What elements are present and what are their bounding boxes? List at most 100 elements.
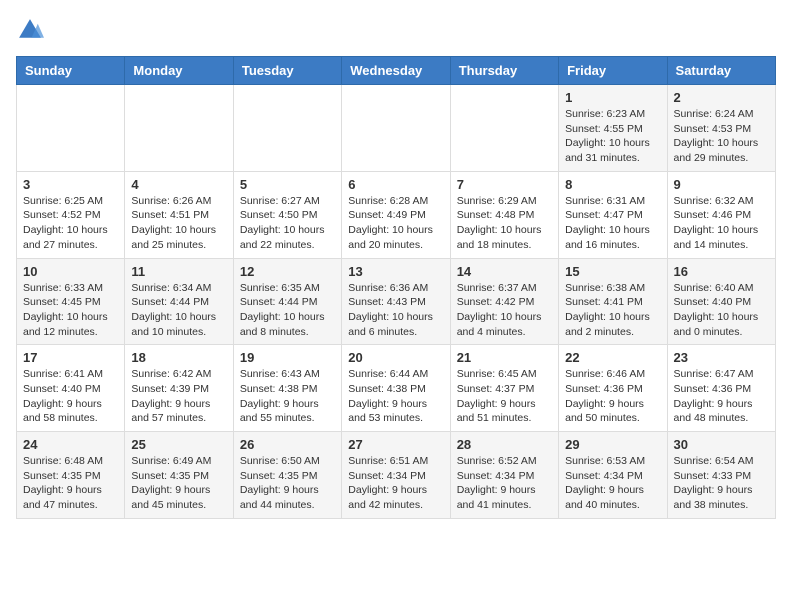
day-number: 20 [348, 350, 443, 365]
page-header [16, 16, 776, 44]
day-cell: 12 Sunrise: 6:35 AM Sunset: 4:44 PM Dayli… [233, 258, 341, 345]
day-info: Sunrise: 6:37 AM Sunset: 4:42 PM Dayligh… [457, 281, 552, 340]
day-cell: 9 Sunrise: 6:32 AM Sunset: 4:46 PM Daylig… [667, 171, 775, 258]
day-number: 5 [240, 177, 335, 192]
day-info: Sunrise: 6:28 AM Sunset: 4:49 PM Dayligh… [348, 194, 443, 253]
day-number: 10 [23, 264, 118, 279]
day-info: Sunrise: 6:27 AM Sunset: 4:50 PM Dayligh… [240, 194, 335, 253]
week-row-1: 3 Sunrise: 6:25 AM Sunset: 4:52 PM Daylig… [17, 171, 776, 258]
day-info: Sunrise: 6:26 AM Sunset: 4:51 PM Dayligh… [131, 194, 226, 253]
day-number: 30 [674, 437, 769, 452]
day-number: 16 [674, 264, 769, 279]
day-info: Sunrise: 6:46 AM Sunset: 4:36 PM Dayligh… [565, 367, 660, 426]
day-info: Sunrise: 6:44 AM Sunset: 4:38 PM Dayligh… [348, 367, 443, 426]
day-cell: 5 Sunrise: 6:27 AM Sunset: 4:50 PM Daylig… [233, 171, 341, 258]
day-cell: 30 Sunrise: 6:54 AM Sunset: 4:33 PM Dayli… [667, 432, 775, 519]
day-number: 27 [348, 437, 443, 452]
logo [16, 16, 48, 44]
day-cell: 17 Sunrise: 6:41 AM Sunset: 4:40 PM Dayli… [17, 345, 125, 432]
week-row-2: 10 Sunrise: 6:33 AM Sunset: 4:45 PM Dayli… [17, 258, 776, 345]
day-cell: 11 Sunrise: 6:34 AM Sunset: 4:44 PM Dayli… [125, 258, 233, 345]
week-row-0: 1Sunrise: 6:23 AM Sunset: 4:55 PM Daylig… [17, 85, 776, 172]
calendar-body: 1Sunrise: 6:23 AM Sunset: 4:55 PM Daylig… [17, 85, 776, 519]
day-info: Sunrise: 6:51 AM Sunset: 4:34 PM Dayligh… [348, 454, 443, 513]
day-info: Sunrise: 6:40 AM Sunset: 4:40 PM Dayligh… [674, 281, 769, 340]
day-info: Sunrise: 6:54 AM Sunset: 4:33 PM Dayligh… [674, 454, 769, 513]
day-cell: 22 Sunrise: 6:46 AM Sunset: 4:36 PM Dayli… [559, 345, 667, 432]
day-info: Sunrise: 6:33 AM Sunset: 4:45 PM Dayligh… [23, 281, 118, 340]
header-day-saturday: Saturday [667, 57, 775, 85]
day-cell [342, 85, 450, 172]
logo-icon [16, 16, 44, 44]
day-cell [233, 85, 341, 172]
day-cell: 27 Sunrise: 6:51 AM Sunset: 4:34 PM Dayli… [342, 432, 450, 519]
day-number: 11 [131, 264, 226, 279]
day-cell [125, 85, 233, 172]
day-number: 7 [457, 177, 552, 192]
day-number: 29 [565, 437, 660, 452]
day-cell: 3 Sunrise: 6:25 AM Sunset: 4:52 PM Daylig… [17, 171, 125, 258]
day-cell: 2 Sunrise: 6:24 AM Sunset: 4:53 PM Daylig… [667, 85, 775, 172]
day-info: Sunrise: 6:23 AM Sunset: 4:55 PM Dayligh… [565, 107, 660, 166]
week-row-3: 17 Sunrise: 6:41 AM Sunset: 4:40 PM Dayli… [17, 345, 776, 432]
day-number: 9 [674, 177, 769, 192]
day-cell: 4 Sunrise: 6:26 AM Sunset: 4:51 PM Daylig… [125, 171, 233, 258]
day-number: 26 [240, 437, 335, 452]
day-cell: 21Sunrise: 6:45 AM Sunset: 4:37 PM Dayli… [450, 345, 558, 432]
day-number: 12 [240, 264, 335, 279]
day-info: Sunrise: 6:34 AM Sunset: 4:44 PM Dayligh… [131, 281, 226, 340]
day-cell [17, 85, 125, 172]
day-number: 19 [240, 350, 335, 365]
day-info: Sunrise: 6:36 AM Sunset: 4:43 PM Dayligh… [348, 281, 443, 340]
day-cell [450, 85, 558, 172]
day-info: Sunrise: 6:32 AM Sunset: 4:46 PM Dayligh… [674, 194, 769, 253]
day-number: 4 [131, 177, 226, 192]
calendar-header: SundayMondayTuesdayWednesdayThursdayFrid… [17, 57, 776, 85]
day-number: 28 [457, 437, 552, 452]
header-day-friday: Friday [559, 57, 667, 85]
day-cell: 7 Sunrise: 6:29 AM Sunset: 4:48 PM Daylig… [450, 171, 558, 258]
day-number: 8 [565, 177, 660, 192]
day-cell: 6 Sunrise: 6:28 AM Sunset: 4:49 PM Daylig… [342, 171, 450, 258]
day-info: Sunrise: 6:53 AM Sunset: 4:34 PM Dayligh… [565, 454, 660, 513]
day-cell: 13 Sunrise: 6:36 AM Sunset: 4:43 PM Dayli… [342, 258, 450, 345]
day-number: 14 [457, 264, 552, 279]
day-info: Sunrise: 6:48 AM Sunset: 4:35 PM Dayligh… [23, 454, 118, 513]
day-number: 22 [565, 350, 660, 365]
day-number: 18 [131, 350, 226, 365]
day-number: 24 [23, 437, 118, 452]
header-row: SundayMondayTuesdayWednesdayThursdayFrid… [17, 57, 776, 85]
day-number: 23 [674, 350, 769, 365]
day-number: 3 [23, 177, 118, 192]
day-info: Sunrise: 6:35 AM Sunset: 4:44 PM Dayligh… [240, 281, 335, 340]
header-day-monday: Monday [125, 57, 233, 85]
day-number: 17 [23, 350, 118, 365]
header-day-wednesday: Wednesday [342, 57, 450, 85]
day-number: 2 [674, 90, 769, 105]
day-cell: 10 Sunrise: 6:33 AM Sunset: 4:45 PM Dayli… [17, 258, 125, 345]
day-info: Sunrise: 6:50 AM Sunset: 4:35 PM Dayligh… [240, 454, 335, 513]
day-info: Sunrise: 6:25 AM Sunset: 4:52 PM Dayligh… [23, 194, 118, 253]
day-cell: 26 Sunrise: 6:50 AM Sunset: 4:35 PM Dayli… [233, 432, 341, 519]
day-info: Sunrise: 6:24 AM Sunset: 4:53 PM Dayligh… [674, 107, 769, 166]
day-number: 13 [348, 264, 443, 279]
header-day-tuesday: Tuesday [233, 57, 341, 85]
calendar-table: SundayMondayTuesdayWednesdayThursdayFrid… [16, 56, 776, 519]
header-day-sunday: Sunday [17, 57, 125, 85]
day-number: 6 [348, 177, 443, 192]
day-info: Sunrise: 6:41 AM Sunset: 4:40 PM Dayligh… [23, 367, 118, 426]
day-info: Sunrise: 6:47 AM Sunset: 4:36 PM Dayligh… [674, 367, 769, 426]
day-info: Sunrise: 6:31 AM Sunset: 4:47 PM Dayligh… [565, 194, 660, 253]
day-cell: 23 Sunrise: 6:47 AM Sunset: 4:36 PM Dayli… [667, 345, 775, 432]
day-info: Sunrise: 6:29 AM Sunset: 4:48 PM Dayligh… [457, 194, 552, 253]
day-cell: 25Sunrise: 6:49 AM Sunset: 4:35 PM Dayli… [125, 432, 233, 519]
day-cell: 14 Sunrise: 6:37 AM Sunset: 4:42 PM Dayli… [450, 258, 558, 345]
day-info: Sunrise: 6:43 AM Sunset: 4:38 PM Dayligh… [240, 367, 335, 426]
day-number: 21 [457, 350, 552, 365]
day-cell: 28Sunrise: 6:52 AM Sunset: 4:34 PM Dayli… [450, 432, 558, 519]
day-number: 25 [131, 437, 226, 452]
day-cell: 16 Sunrise: 6:40 AM Sunset: 4:40 PM Dayli… [667, 258, 775, 345]
day-cell: 8 Sunrise: 6:31 AM Sunset: 4:47 PM Daylig… [559, 171, 667, 258]
day-cell: 1Sunrise: 6:23 AM Sunset: 4:55 PM Daylig… [559, 85, 667, 172]
day-cell: 18Sunrise: 6:42 AM Sunset: 4:39 PM Dayli… [125, 345, 233, 432]
